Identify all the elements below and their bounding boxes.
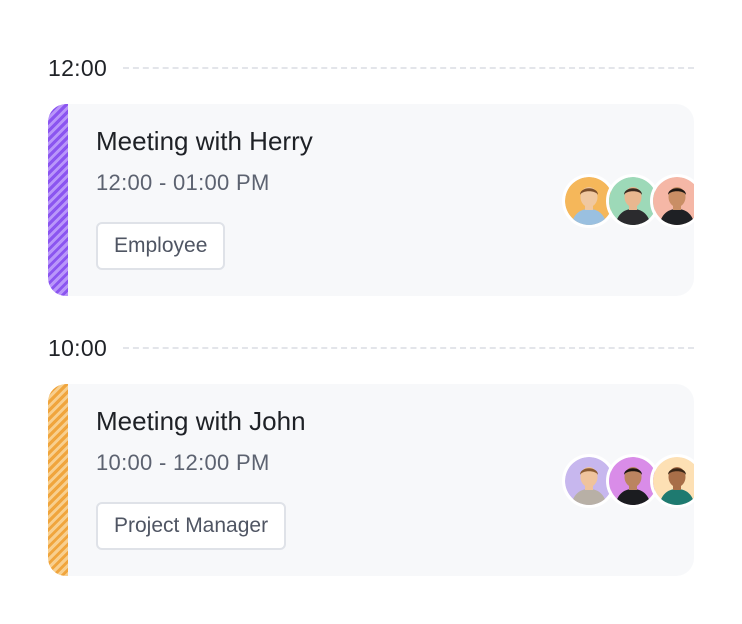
event-time-range: 10:00 - 12:00 PM	[96, 450, 270, 475]
event-title: Meeting with John	[96, 406, 306, 436]
event-time-range: 12:00 - 01:00 PM	[96, 170, 270, 195]
time-marker-label: 12:00	[48, 54, 108, 81]
event-accent-stripe	[48, 104, 68, 296]
time-marker-label: 10:00	[48, 334, 108, 361]
time-marker-row: 12:00	[48, 53, 694, 83]
avatar-person-icon[interactable]	[650, 174, 694, 228]
time-divider	[123, 347, 694, 349]
event-card[interactable]: Meeting with Herry 12:00 - 01:00 PM Empl…	[48, 104, 694, 296]
time-marker-row: 10:00	[48, 333, 694, 363]
time-divider	[123, 67, 694, 69]
avatar-person-icon[interactable]	[650, 454, 694, 508]
event-title: Meeting with Herry	[96, 126, 313, 156]
event-tag[interactable]: Project Manager	[96, 502, 287, 550]
event-accent-stripe	[48, 384, 68, 576]
event-tag[interactable]: Employee	[96, 222, 226, 270]
event-card[interactable]: Meeting with John 10:00 - 12:00 PM Proje…	[48, 384, 694, 576]
